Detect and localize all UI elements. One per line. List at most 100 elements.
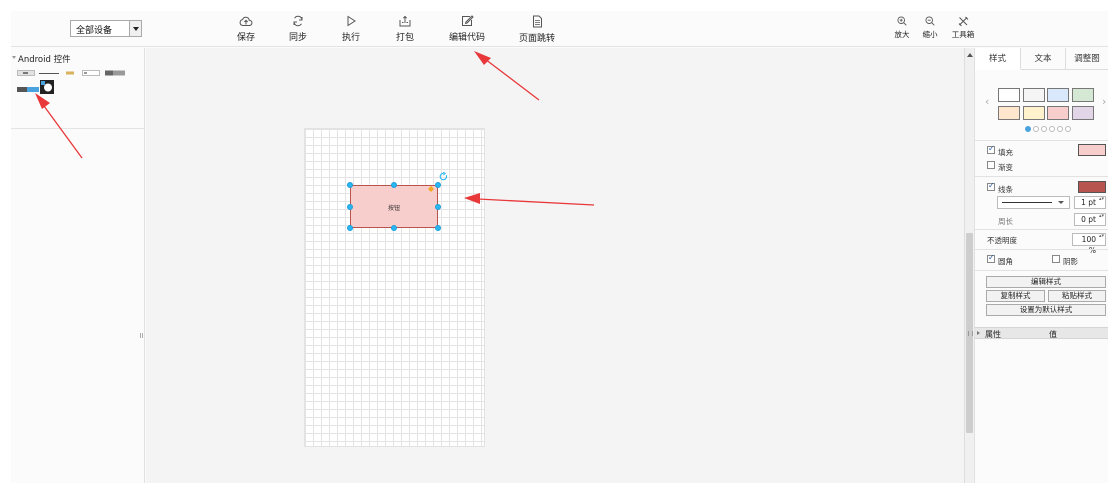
line-label: 线条 [998,185,1013,194]
swatch-page-dot[interactable] [1025,126,1031,132]
gradient-label: 渐变 [998,163,1013,172]
property-table-header: 属性 值 [975,327,1108,339]
divider-widget-icon[interactable] [39,72,59,75]
swatch-prev-icon[interactable]: ‹ [985,95,989,108]
selected-button-shape[interactable]: 按钮 [350,185,438,228]
fill-color-picker[interactable] [1078,144,1106,156]
collapse-triangle-icon[interactable] [12,56,16,59]
edit-style-button[interactable]: 编辑样式 [986,276,1106,288]
run-button[interactable]: 执行 [338,15,364,45]
tab-arrange[interactable]: 调整图 [1066,48,1108,70]
edit-code-button[interactable]: 编辑代码 [448,15,486,45]
style-swatch[interactable] [1047,88,1069,102]
style-swatch[interactable] [1072,106,1094,120]
resize-handle-n[interactable] [391,182,397,188]
divider [975,229,1108,230]
swatch-page-dot[interactable] [1049,126,1055,132]
set-default-style-button[interactable]: 设置为默认样式 [986,304,1106,316]
text-widget-icon[interactable] [66,70,74,76]
library-title: Android 控件 [18,55,71,65]
swatch-page-dot[interactable] [1065,126,1071,132]
switch-widget-icon[interactable] [105,70,125,76]
save-label: 保存 [236,33,255,43]
line-color-picker[interactable] [1078,181,1106,193]
canvas-vertical-scrollbar[interactable] [964,48,974,483]
zoom-out-icon [925,16,935,26]
divider [975,270,1108,271]
shadow-checkbox[interactable] [1052,255,1060,263]
line-style-select[interactable] [997,196,1070,209]
page-jump-button[interactable]: 页面跳转 [518,15,556,45]
button-widget-icon[interactable] [17,70,35,76]
copy-style-button[interactable]: 复制样式 [986,290,1045,302]
style-swatch[interactable] [1023,88,1045,102]
shadow-label: 阴影 [1063,257,1078,266]
app-window: 全部设备 保存 同步 执行 打包 编辑代码 页面跳转 放大 缩小 工具箱 And… [11,11,1108,483]
toolbox-button[interactable]: 工具箱 [951,16,975,40]
rounded-checkbox[interactable] [987,253,995,263]
style-swatch[interactable] [998,88,1020,102]
panel-resize-handle[interactable] [140,333,143,338]
perimeter-input[interactable]: 0 pt [1074,213,1106,226]
edit-code-label: 编辑代码 [448,33,485,43]
opacity-input[interactable]: 100 % [1072,233,1106,255]
save-button[interactable]: 保存 [233,15,259,45]
format-panel: 样式 文本 调整图 ‹ › 填充 渐变 线条 1 pt 周长 0 pt [968,48,1108,483]
divider [975,140,1108,141]
resize-handle-nw[interactable] [347,182,353,188]
package-icon [399,15,411,27]
swatch-page-dot[interactable] [1033,126,1039,132]
scroll-up-icon[interactable] [967,53,973,57]
tools-icon [958,16,968,26]
run-label: 执行 [341,33,360,43]
rotate-icon[interactable] [439,172,448,181]
zoom-out-label: 缩小 [922,30,938,39]
style-swatch[interactable] [1023,106,1045,120]
resize-handle-ne[interactable] [435,182,441,188]
swatch-page-dot[interactable] [1041,126,1047,132]
edit-icon [461,15,474,26]
package-button[interactable]: 打包 [392,15,418,45]
resize-handle-se[interactable] [435,225,441,231]
style-swatch[interactable] [1072,88,1094,102]
canvas-area[interactable]: 按钮 [146,48,964,483]
resize-handle-e[interactable] [435,204,441,210]
resize-handle-sw[interactable] [347,225,353,231]
expand-triangle-icon[interactable] [977,331,980,335]
line-pattern-preview [1002,201,1064,204]
swatch-page-dot[interactable] [1057,126,1063,132]
zoom-in-icon [897,16,907,26]
input-widget-icon[interactable] [82,70,100,76]
line-checkbox[interactable] [987,181,995,191]
play-icon [347,15,356,27]
sync-button[interactable]: 同步 [285,15,311,45]
page-jump-label: 页面跳转 [518,34,555,44]
library-items [11,67,145,129]
image-widget-icon[interactable] [40,80,54,94]
device-select[interactable]: 全部设备 [70,20,142,37]
panel-resize-handle[interactable] [968,331,973,336]
library-header[interactable]: Android 控件 [11,52,145,66]
style-swatch[interactable] [998,106,1020,120]
swatch-next-icon[interactable]: › [1102,95,1106,108]
chevron-down-icon[interactable] [129,21,141,36]
zoom-in-button[interactable]: 放大 [892,16,912,40]
divider [975,249,1108,250]
fill-checkbox[interactable] [987,144,995,154]
style-swatch[interactable] [1047,106,1069,120]
gradient-checkbox[interactable] [987,161,995,169]
tab-text[interactable]: 文本 [1021,48,1066,70]
corner-adjust-handle[interactable] [428,186,434,192]
progress-widget-icon[interactable] [17,86,39,93]
phone-page-canvas[interactable] [304,128,485,447]
cloud-upload-icon [239,16,253,26]
paste-style-button[interactable]: 粘贴样式 [1048,290,1106,302]
zoom-in-label: 放大 [894,30,910,39]
line-width-input[interactable]: 1 pt [1074,196,1106,209]
tab-style[interactable]: 样式 [975,48,1021,70]
sync-label: 同步 [288,33,307,43]
opacity-label: 不透明度 [987,236,1017,245]
resize-handle-w[interactable] [347,204,353,210]
resize-handle-s[interactable] [391,225,397,231]
zoom-out-button[interactable]: 缩小 [920,16,940,40]
